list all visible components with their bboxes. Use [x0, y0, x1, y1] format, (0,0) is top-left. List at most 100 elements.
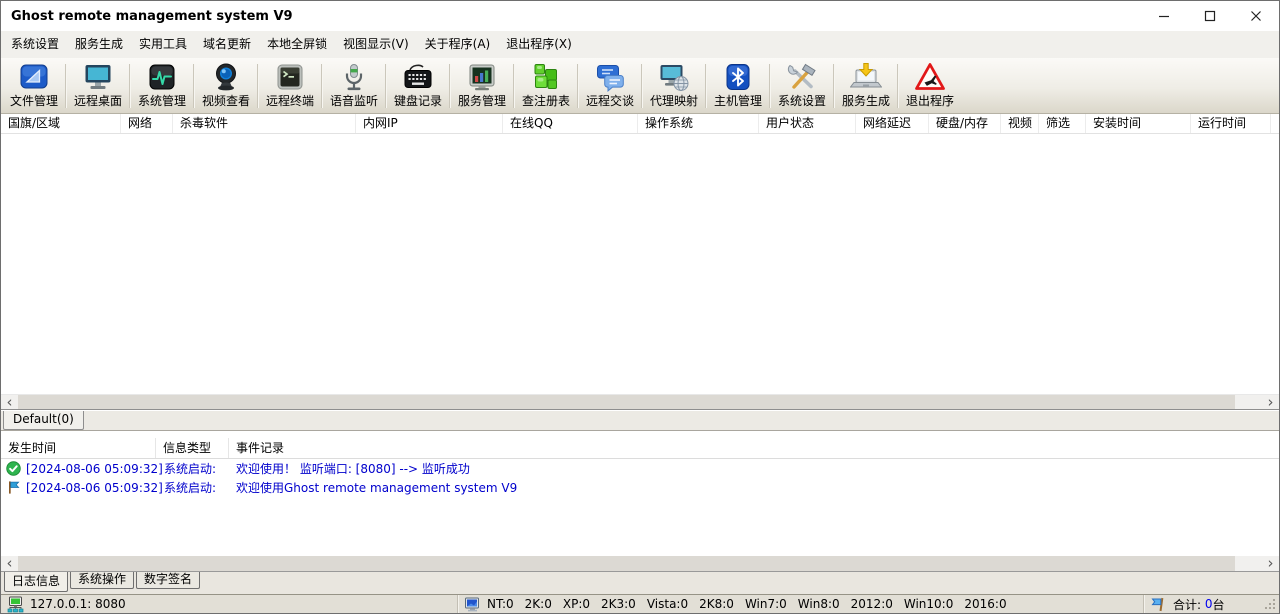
toolbar-button-proxy-mapping[interactable]: 代理映射	[643, 58, 705, 113]
window-title: Ghost remote management system V9	[11, 9, 293, 24]
toolbar-button-service-management[interactable]: 服务管理	[451, 58, 513, 113]
toolbar-button-label: 文件管理	[10, 94, 58, 108]
toolbar-button-label: 远程桌面	[74, 94, 122, 108]
toolbar-button-host-management[interactable]: 主机管理	[707, 58, 769, 113]
maximize-button[interactable]	[1187, 1, 1233, 31]
scroll-right-icon[interactable]: ›	[1262, 556, 1279, 571]
close-icon	[1250, 10, 1262, 22]
service-management-icon	[466, 61, 498, 93]
toolbar-button-label: 语音监听	[330, 94, 378, 108]
toolbar-button-exit-program[interactable]: 退出程序	[899, 58, 961, 113]
log-column-header[interactable]: 信息类型	[156, 438, 229, 458]
scroll-left-icon[interactable]: ‹	[1, 395, 18, 409]
scrollbar-thumb[interactable]	[18, 395, 1235, 409]
log-row[interactable]: [2024-08-06 05:09:32]系统启动:欢迎使用Ghost remo…	[1, 478, 1279, 497]
os-count: XP:0	[563, 597, 590, 611]
scroll-right-icon[interactable]: ›	[1262, 395, 1279, 409]
toolbar-button-system-management[interactable]: 系统管理	[131, 58, 193, 113]
toolbar-button-remote-desktop[interactable]: 远程桌面	[67, 58, 129, 113]
remote-desktop-icon	[82, 61, 114, 93]
bottom-tab[interactable]: 系统操作	[70, 572, 134, 589]
toolbar-button-label: 系统设置	[778, 94, 826, 108]
keylogger-icon	[402, 61, 434, 93]
log-message: 欢迎使用Ghost remote management system V9	[229, 479, 517, 496]
menu-item[interactable]: 本地全屏锁	[259, 31, 335, 58]
host-list-body[interactable]	[1, 134, 1279, 394]
host-list-header: 国旗/区域网络杀毒软件内网IP在线QQ操作系统用户状态网络延迟硬盘/内存视频筛选…	[1, 114, 1279, 134]
column-header[interactable]: 在线QQ	[503, 114, 638, 133]
log-column-header[interactable]: 事件记录	[229, 438, 1279, 458]
column-header[interactable]: 用户状态	[759, 114, 856, 133]
bottom-tab[interactable]: 日志信息	[4, 572, 68, 592]
column-header[interactable]: 内网IP	[356, 114, 503, 133]
menu-item[interactable]: 关于程序(A)	[417, 31, 499, 58]
title-bar: Ghost remote management system V9	[1, 1, 1279, 31]
os-count: 2K8:0	[699, 597, 734, 611]
column-header[interactable]: 网络	[121, 114, 173, 133]
window-controls	[1141, 1, 1279, 31]
toolbar-button-service-generate[interactable]: 服务生成	[835, 58, 897, 113]
success-check-icon	[6, 461, 21, 476]
toolbar-button-label: 代理映射	[650, 94, 698, 108]
menu-item[interactable]: 退出程序(X)	[498, 31, 580, 58]
column-header[interactable]: 硬盘/内存	[929, 114, 1001, 133]
log-time-cell: [2024-08-06 05:09:32]	[1, 480, 156, 495]
voice-monitor-icon	[338, 61, 370, 93]
toolbar-button-registry-view[interactable]: 查注册表	[515, 58, 577, 113]
log-type: 系统启动:	[156, 460, 229, 477]
group-tab[interactable]: Default(0)	[3, 411, 84, 430]
toolbar-button-video-view[interactable]: 视频查看	[195, 58, 257, 113]
toolbar-button-file-manager[interactable]: 文件管理	[3, 58, 65, 113]
column-header[interactable]: 安装时间	[1086, 114, 1191, 133]
host-management-icon	[722, 61, 754, 93]
toolbar-button-label: 键盘记录	[394, 94, 442, 108]
column-header[interactable]: 国旗/区域	[1, 114, 121, 133]
network-computer-icon	[7, 596, 24, 613]
registry-view-icon	[530, 61, 562, 93]
log-message: 欢迎使用！ 监听端口: [8080] --> 监听成功	[229, 460, 470, 477]
toolbar-button-label: 远程交谈	[586, 94, 634, 108]
menu-item[interactable]: 服务生成	[67, 31, 131, 58]
scroll-left-icon[interactable]: ‹	[1, 556, 18, 571]
log-panel: 发生时间信息类型事件记录 [2024-08-06 05:09:32]系统启动:欢…	[1, 432, 1279, 556]
blue-flag-icon	[6, 480, 21, 495]
column-header[interactable]: 网络延迟	[856, 114, 929, 133]
column-header[interactable]: 视频	[1001, 114, 1039, 133]
menu-item[interactable]: 系统设置	[3, 31, 67, 58]
log-row[interactable]: [2024-08-06 05:09:32]系统启动:欢迎使用！ 监听端口: [8…	[1, 459, 1279, 478]
log-type: 系统启动:	[156, 479, 229, 496]
menu-item[interactable]: 域名更新	[195, 31, 259, 58]
app-window: Ghost remote management system V9 系统设置服务…	[0, 0, 1280, 614]
log-timestamp: [2024-08-06 05:09:32]	[26, 481, 163, 495]
menu-item[interactable]: 实用工具	[131, 31, 195, 58]
toolbar-button-label: 主机管理	[714, 94, 762, 108]
menu-item[interactable]: 视图显示(V)	[335, 31, 417, 58]
status-total-section: 合计: 0台	[1143, 595, 1279, 613]
os-count: Vista:0	[647, 597, 688, 611]
proxy-mapping-icon	[658, 61, 690, 93]
scrollbar-thumb[interactable]	[18, 556, 1235, 571]
close-button[interactable]	[1233, 1, 1279, 31]
toolbar-button-keylogger[interactable]: 键盘记录	[387, 58, 449, 113]
column-header[interactable]: 筛选	[1039, 114, 1086, 133]
os-count: Win7:0	[745, 597, 787, 611]
os-count: Win8:0	[798, 597, 840, 611]
minimize-button[interactable]	[1141, 1, 1187, 31]
total-flag-icon	[1150, 596, 1167, 613]
log-column-header[interactable]: 发生时间	[1, 438, 156, 458]
column-header[interactable]: 运行时间	[1191, 114, 1271, 133]
bottom-tab[interactable]: 数字签名	[136, 572, 200, 589]
status-os-counts-section: NT:02K:0XP:02K3:0Vista:02K8:0Win7:0Win8:…	[457, 595, 1143, 613]
toolbar-button-voice-monitor[interactable]: 语音监听	[323, 58, 385, 113]
column-header[interactable]: 操作系统	[638, 114, 759, 133]
resize-grip-icon[interactable]	[1264, 598, 1277, 611]
os-count: 2K:0	[525, 597, 552, 611]
toolbar-button-remote-chat[interactable]: 远程交谈	[579, 58, 641, 113]
minimize-icon	[1158, 10, 1170, 22]
toolbar-button-label: 远程终端	[266, 94, 314, 108]
column-header[interactable]: 杀毒软件	[173, 114, 356, 133]
toolbar-button-system-settings[interactable]: 系统设置	[771, 58, 833, 113]
toolbar-button-remote-terminal[interactable]: 远程终端	[259, 58, 321, 113]
host-list-hscrollbar: ‹ ›	[1, 394, 1279, 410]
toolbar-button-label: 视频查看	[202, 94, 250, 108]
